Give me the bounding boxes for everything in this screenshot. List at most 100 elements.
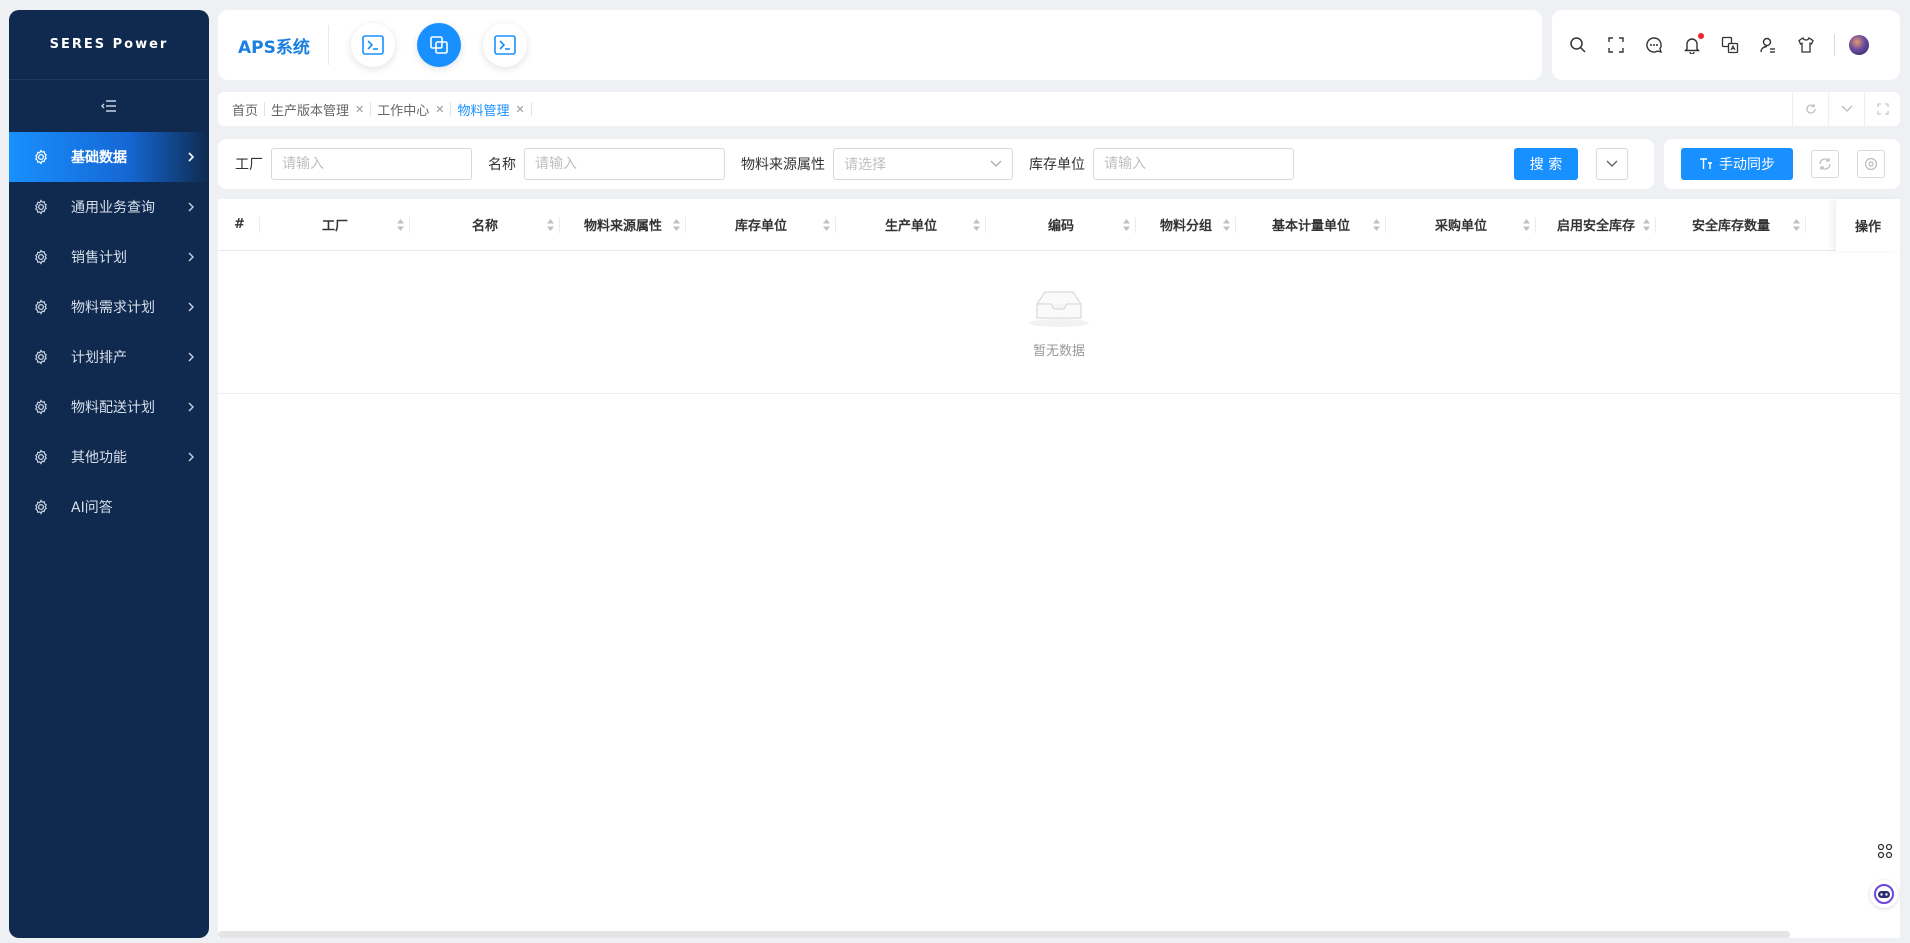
gear-icon	[33, 449, 49, 465]
divider	[1834, 34, 1835, 56]
column-base-unit[interactable]: 基本计量单位	[1236, 199, 1386, 251]
sidebar-item-other[interactable]: 其他功能	[9, 432, 209, 482]
avatar[interactable]	[1849, 35, 1869, 55]
source-placeholder: 请选择	[844, 157, 886, 173]
chevron-down-icon	[990, 156, 1002, 172]
column-factory[interactable]: 工厂	[260, 199, 410, 251]
sort-icon[interactable]	[973, 218, 980, 231]
source-select[interactable]: 请选择	[833, 148, 1013, 180]
copy-window-icon[interactable]	[416, 23, 461, 67]
column-stock-unit[interactable]: 库存单位	[686, 199, 836, 251]
gear-icon	[33, 499, 49, 515]
close-icon[interactable]: ✕	[355, 103, 364, 116]
tab-home[interactable]: 首页	[226, 102, 266, 119]
column-name[interactable]: 名称	[410, 199, 560, 251]
user-settings-icon[interactable]	[1758, 35, 1778, 55]
tab-tools	[1792, 92, 1900, 126]
tab-production-version[interactable]: 生产版本管理 ✕	[265, 102, 372, 119]
column-enable-safety-stock[interactable]: 启用安全库存	[1536, 199, 1656, 251]
sidebar-item-ai-qa[interactable]: AI问答	[9, 482, 209, 532]
column-production-unit[interactable]: 生产单位	[836, 199, 986, 251]
chevron-down-icon	[1606, 160, 1618, 167]
column-settings-icon[interactable]	[1857, 150, 1885, 178]
chevron-right-icon	[187, 351, 195, 363]
gear-icon	[33, 349, 49, 365]
tabs-bar: 首页 生产版本管理 ✕ 工作中心 ✕ 物料管理 ✕	[218, 92, 1900, 126]
manual-sync-button[interactable]: 手动同步	[1681, 148, 1793, 180]
tab-material-management[interactable]: 物料管理 ✕	[451, 102, 532, 119]
bell-icon[interactable]	[1682, 33, 1704, 55]
tab-label: 工作中心	[377, 103, 430, 119]
translate-icon[interactable]	[1720, 35, 1740, 55]
empty-state: 暂无数据	[218, 251, 1900, 394]
stock-unit-input[interactable]	[1093, 148, 1294, 180]
sort-icon[interactable]	[1643, 218, 1650, 231]
refresh-icon[interactable]	[1811, 150, 1839, 178]
factory-input[interactable]	[271, 148, 472, 180]
apps-grid-icon[interactable]	[1872, 838, 1898, 864]
empty-inbox-icon	[1027, 286, 1091, 332]
sort-icon[interactable]	[397, 218, 404, 231]
sort-icon[interactable]	[1373, 218, 1380, 231]
sort-icon[interactable]	[1793, 218, 1800, 231]
column-material-group[interactable]: 物料分组	[1136, 199, 1236, 251]
sidebar-item-basic-data[interactable]: 基础数据	[9, 132, 209, 182]
column-safety-stock-qty[interactable]: 安全库存数量	[1656, 199, 1806, 251]
sidebar-item-sales-plan[interactable]: 销售计划	[9, 232, 209, 282]
sidebar-item-delivery-plan[interactable]: 物料配送计划	[9, 382, 209, 432]
sidebar-item-business-query[interactable]: 通用业务查询	[9, 182, 209, 232]
sidebar-item-label: 通用业务查询	[71, 200, 155, 216]
tab-label: 物料管理	[457, 103, 510, 119]
tab-work-center[interactable]: 工作中心 ✕	[371, 102, 452, 119]
sort-icon[interactable]	[1223, 218, 1230, 231]
terminal-icon[interactable]	[482, 23, 527, 67]
fullscreen-icon[interactable]	[1864, 92, 1900, 126]
search-icon[interactable]	[1568, 35, 1588, 55]
skin-shirt-icon[interactable]	[1796, 35, 1816, 55]
ai-assistant-icon[interactable]	[1870, 880, 1898, 908]
sort-icon[interactable]	[1523, 218, 1530, 231]
search-form: 工厂 名称 物料来源属性 请选择 库存单位 搜 索	[218, 139, 1654, 189]
sidebar-item-label: 销售计划	[71, 250, 127, 266]
column-purchase-unit[interactable]: 采购单位	[1386, 199, 1536, 251]
column-material-source[interactable]: 物料来源属性	[560, 199, 686, 251]
expand-filter-button[interactable]	[1596, 148, 1628, 180]
sidebar-item-label: 物料配送计划	[71, 400, 155, 416]
top-bar: APS系统	[218, 10, 1542, 80]
close-icon[interactable]: ✕	[516, 103, 525, 116]
chevron-right-icon	[187, 401, 195, 413]
sidebar-item-label: 其他功能	[71, 450, 127, 466]
sort-icon[interactable]	[823, 218, 830, 231]
message-icon[interactable]	[1644, 35, 1664, 55]
sidebar-item-scheduling[interactable]: 计划排产	[9, 332, 209, 382]
column-code[interactable]: 编码	[986, 199, 1136, 251]
sort-icon[interactable]	[673, 218, 680, 231]
sort-icon[interactable]	[1123, 218, 1130, 231]
sidebar-item-mrp[interactable]: 物料需求计划	[9, 282, 209, 332]
column-index: #	[218, 199, 260, 251]
gear-icon	[33, 199, 49, 215]
sidebar-item-label: 计划排产	[71, 350, 127, 366]
close-icon[interactable]: ✕	[435, 103, 444, 116]
notification-dot	[1698, 33, 1704, 39]
horizontal-scrollbar[interactable]	[218, 931, 1790, 938]
sidebar-item-label: 物料需求计划	[71, 300, 155, 316]
collapse-menu-icon[interactable]	[9, 80, 209, 132]
fullscreen-icon[interactable]	[1606, 35, 1626, 55]
terminal-icon[interactable]	[350, 23, 395, 67]
sidebar: SERES Power 基础数据 通用业务查询 销售计划 物料需求计划 计划排产	[9, 10, 209, 938]
column-operations: 操作	[1836, 199, 1900, 251]
refresh-icon[interactable]	[1792, 92, 1828, 126]
sort-icon[interactable]	[547, 218, 554, 231]
sidebar-item-label: 基础数据	[71, 150, 127, 166]
app-title: APS系统	[218, 25, 329, 65]
sidebar-item-label: AI问答	[71, 500, 113, 516]
top-right-toolbar	[1552, 10, 1900, 80]
brand-logo: SERES Power	[9, 10, 209, 80]
chevron-down-icon[interactable]	[1828, 92, 1864, 126]
source-label: 物料来源属性	[741, 157, 825, 173]
gear-icon	[33, 149, 49, 165]
search-button[interactable]: 搜 索	[1514, 148, 1578, 180]
chevron-right-icon	[187, 201, 195, 213]
name-input[interactable]	[524, 148, 725, 180]
